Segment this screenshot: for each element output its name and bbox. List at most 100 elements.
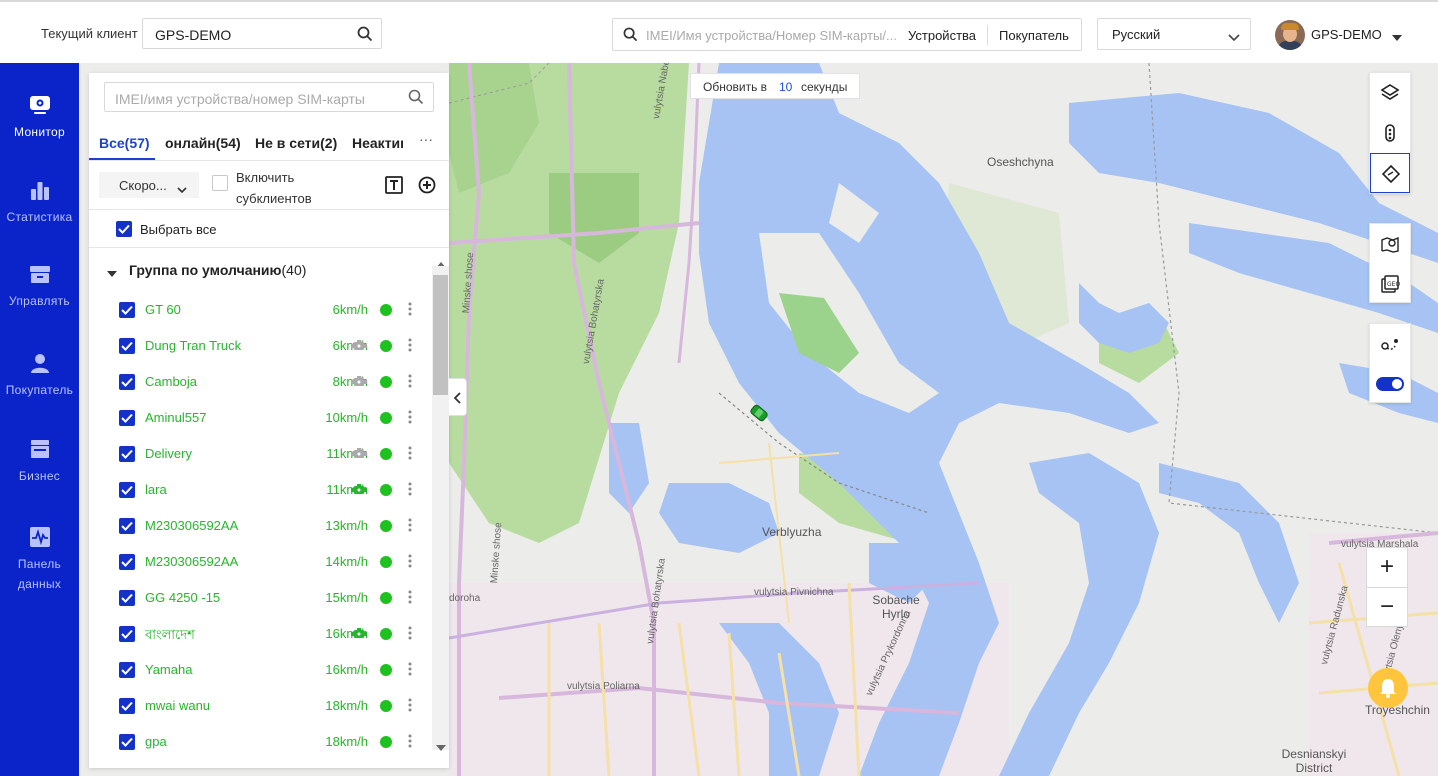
more-vertical-icon[interactable] [408, 626, 412, 645]
device-checkbox[interactable] [119, 698, 135, 714]
device-name[interactable]: mwai wanu [145, 698, 210, 713]
device-checkbox[interactable] [119, 734, 135, 750]
more-vertical-icon[interactable] [408, 590, 412, 609]
more-vertical-icon[interactable] [408, 302, 412, 321]
sort-select[interactable]: Скоро... [99, 172, 199, 198]
device-checkbox[interactable] [119, 590, 135, 606]
device-row[interactable]: Delivery 11km/h [89, 436, 432, 472]
sidebar-item-dashboard[interactable]: Панель данных [0, 526, 79, 594]
scroll-down-arrow[interactable] [436, 739, 446, 757]
device-search-input[interactable]: IMEI/имя устройства/номер SIM-карты [104, 82, 434, 112]
language-select[interactable]: Русский [1097, 18, 1251, 50]
tab-all[interactable]: Все(57) [99, 135, 150, 151]
avatar[interactable] [1275, 20, 1305, 50]
more-vertical-icon[interactable] [408, 374, 412, 393]
sidebar-item-business[interactable]: Бизнес [0, 438, 79, 486]
caret-down-icon[interactable] [107, 265, 117, 283]
device-name[interactable]: GG 4250 -15 [145, 590, 220, 605]
more-vertical-icon[interactable] [408, 734, 412, 753]
chevron-down-icon [177, 181, 187, 199]
device-checkbox[interactable] [119, 446, 135, 462]
map-search-button[interactable] [1370, 224, 1410, 264]
device-row[interactable]: gpa 18km/h [89, 724, 432, 760]
more-vertical-icon[interactable] [408, 698, 412, 717]
device-checkbox[interactable] [119, 410, 135, 426]
tab-offline[interactable]: Не в сети(2) [255, 135, 337, 151]
device-checkbox[interactable] [119, 374, 135, 390]
sort-value: Скоро... [119, 178, 167, 193]
more-vertical-icon[interactable] [408, 482, 412, 501]
device-name[interactable]: M230306592AA [145, 518, 238, 533]
zoom-in-button[interactable]: + [1367, 548, 1407, 587]
more-vertical-icon[interactable] [408, 518, 412, 537]
search-option-customer[interactable]: Покупатель [999, 28, 1069, 43]
device-row[interactable]: Aminul557 10km/h [89, 400, 432, 436]
device-name[interactable]: বাংলাদেশ [145, 626, 195, 647]
collapse-panel-button[interactable] [449, 378, 467, 416]
device-row[interactable]: Yamaha 16km/h [89, 652, 432, 688]
search-icon[interactable] [357, 26, 373, 47]
device-checkbox[interactable] [119, 626, 135, 642]
more-vertical-icon[interactable] [408, 446, 412, 465]
device-name[interactable]: gpa [145, 734, 167, 749]
device-group-header[interactable]: Группа по умолчанию(40) [89, 248, 432, 290]
device-name[interactable]: Camboja [145, 374, 197, 389]
satellite-view-button[interactable]: GEO [1370, 264, 1410, 304]
app-root: { "header": { "current_client_label": "Т… [0, 0, 1438, 776]
device-checkbox[interactable] [119, 662, 135, 678]
text-label-toggle-icon[interactable] [385, 176, 403, 199]
traffic-button[interactable] [1370, 113, 1410, 153]
device-row[interactable]: lara 11km/h [89, 472, 432, 508]
device-row[interactable]: mwai wanu 18km/h [89, 688, 432, 724]
device-checkbox[interactable] [119, 554, 135, 570]
search-icon[interactable] [408, 89, 424, 110]
user-name[interactable]: GPS-DEMO [1311, 27, 1382, 42]
device-row[interactable]: বাংলাদেশ 16km/h [89, 616, 432, 652]
select-all-checkbox[interactable] [116, 221, 132, 237]
scrollbar-thumb[interactable] [433, 275, 448, 395]
global-search[interactable]: IMEI/Имя устройства/Номер SIM-карты/... … [612, 18, 1082, 51]
sidebar-item-manage[interactable]: Управлять [0, 263, 79, 311]
online-status-dot [380, 304, 392, 316]
direction-button[interactable] [1370, 153, 1410, 193]
device-name[interactable]: Aminul557 [145, 410, 206, 425]
more-vertical-icon[interactable] [408, 662, 412, 681]
route-button[interactable] [1370, 324, 1410, 364]
global-search-input[interactable]: IMEI/Имя устройства/Номер SIM-карты/... [646, 28, 900, 43]
device-name[interactable]: M230306592AA [145, 554, 238, 569]
device-name[interactable]: GT 60 [145, 302, 181, 317]
manage-box-icon [29, 266, 50, 283]
more-vertical-icon[interactable] [408, 338, 412, 357]
device-row[interactable]: M230306592AA 14km/h [89, 544, 432, 580]
device-name[interactable]: lara [145, 482, 167, 497]
device-row[interactable]: GG 4250 -15 15km/h [89, 580, 432, 616]
device-name[interactable]: Dung Tran Truck [145, 338, 241, 353]
device-row[interactable]: Camboja 8km/h [89, 364, 432, 400]
device-row[interactable]: GT 60 6km/h [89, 292, 432, 328]
more-vertical-icon[interactable] [408, 554, 412, 573]
device-name[interactable]: Yamaha [145, 662, 192, 677]
include-subclients-checkbox[interactable] [212, 175, 228, 191]
device-checkbox[interactable] [119, 302, 135, 318]
add-circle-icon[interactable] [418, 176, 436, 199]
sidebar-item-customer[interactable]: Покупатель [0, 352, 79, 400]
current-client-input[interactable]: GPS-DEMO [142, 18, 382, 49]
more-vertical-icon[interactable] [408, 410, 412, 429]
zoom-out-button[interactable]: − [1367, 588, 1407, 627]
search-option-devices[interactable]: Устройства [908, 28, 976, 43]
device-row[interactable]: Dung Tran Truck 6km/h [89, 328, 432, 364]
caret-down-icon[interactable] [1392, 29, 1402, 47]
device-checkbox[interactable] [119, 518, 135, 534]
notification-bell-button[interactable] [1368, 668, 1408, 708]
device-row[interactable]: M230306592AA 13km/h [89, 508, 432, 544]
sidebar-item-statistics[interactable]: Статистика [0, 179, 79, 227]
device-name[interactable]: Delivery [145, 446, 192, 461]
device-checkbox[interactable] [119, 338, 135, 354]
tab-inactive[interactable]: Неактивен [352, 135, 403, 151]
device-checkbox[interactable] [119, 482, 135, 498]
tabs-more-button[interactable]: ··· [419, 131, 433, 147]
sidebar-item-monitor[interactable]: Монитор [0, 94, 79, 142]
auto-refresh-toggle[interactable] [1370, 364, 1410, 404]
layers-button[interactable] [1370, 73, 1410, 113]
tab-online[interactable]: онлайн(54) [165, 135, 241, 151]
